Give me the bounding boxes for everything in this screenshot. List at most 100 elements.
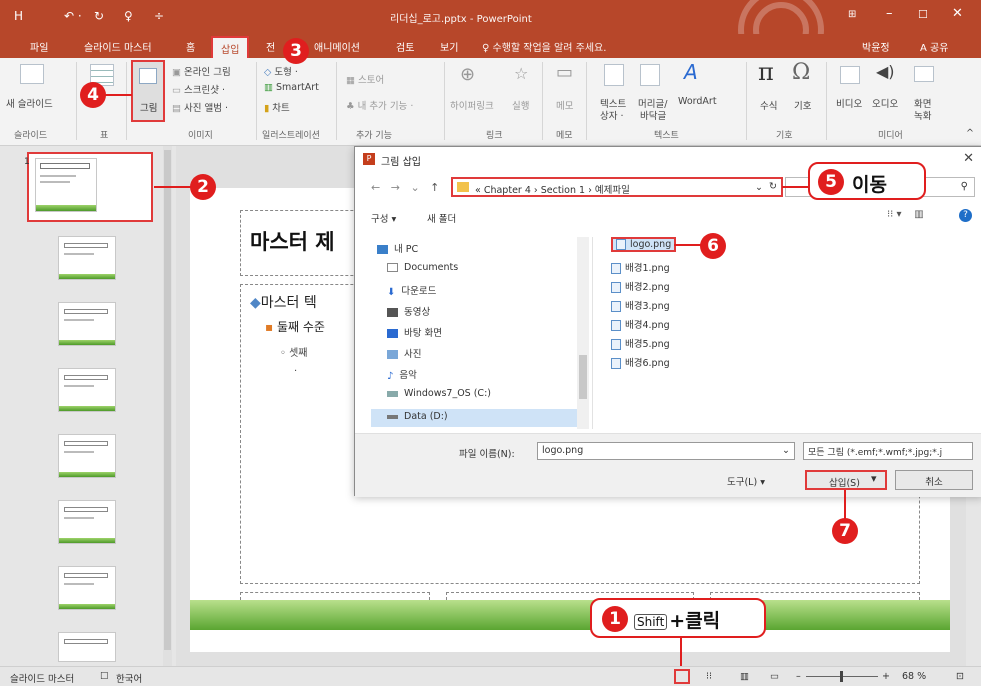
nav-item-this-pc[interactable]: 내 PC — [377, 241, 418, 255]
new-slide-button[interactable]: 새 슬라이드 — [6, 96, 53, 110]
up-arrow-icon[interactable]: ↑ — [430, 181, 439, 194]
layout-thumbnail[interactable] — [58, 236, 116, 280]
fit-to-window-icon[interactable]: ⊡ — [956, 671, 964, 682]
tab-review[interactable]: 검토 — [396, 39, 414, 54]
smartart-icon: ▥ — [264, 82, 273, 93]
documents-icon — [387, 263, 398, 272]
collapse-ribbon-icon[interactable]: ^ — [966, 128, 974, 139]
start-from-beginning-icon[interactable]: ♀ — [124, 9, 133, 23]
nav-item-downloads[interactable]: ⬇ 다운로드 — [387, 283, 436, 298]
tab-animations[interactable]: 애니메이션 — [314, 39, 360, 54]
smartart-button[interactable]: ▥ SmartArt — [264, 82, 319, 93]
nav-item-pictures[interactable]: 사진 — [387, 346, 421, 360]
wordart-button[interactable]: WordArt — [678, 96, 717, 107]
layout-thumbnail[interactable] — [58, 434, 116, 478]
address-dropdown-icon[interactable]: ⌄ — [755, 182, 763, 193]
slide-sorter-icon[interactable]: ⁝⁝ — [706, 671, 712, 682]
address-bar[interactable]: « Chapter 4 › Section 1 › 예제파일 ⌄ ↻ — [451, 177, 783, 197]
file-item-background3[interactable]: 배경3.png — [611, 298, 670, 312]
thumbnails-scrollbar[interactable] — [163, 146, 172, 666]
layout-thumbnail[interactable] — [58, 566, 116, 610]
video-button[interactable]: 비디오 — [836, 96, 862, 110]
nav-item-videos[interactable]: 동영상 — [387, 304, 430, 318]
minimize-icon[interactable]: – — [886, 6, 893, 21]
store-button[interactable]: ▦ 스토어 — [346, 72, 384, 86]
online-picture-button[interactable]: ▣ 온라인 그림 — [172, 64, 231, 78]
back-arrow-icon[interactable]: ← — [371, 181, 380, 194]
photo-album-button[interactable]: ▤ 사진 앨범 · — [172, 100, 228, 114]
dialog-close-icon[interactable]: ✕ — [963, 151, 974, 166]
image-file-icon — [611, 339, 621, 350]
tab-home[interactable]: 홈 — [186, 39, 195, 54]
screenshot-button[interactable]: ▭ 스크린샷 · — [172, 82, 225, 96]
redo-icon[interactable]: ↻ — [94, 9, 104, 23]
recent-dropdown-icon[interactable]: ⌄ — [410, 181, 419, 194]
normal-view-button[interactable] — [674, 669, 690, 684]
audio-button[interactable]: 오디오 — [872, 96, 898, 110]
reading-view-icon[interactable]: ▥ — [740, 671, 749, 682]
file-item-background6[interactable]: 배경6.png — [611, 355, 670, 369]
file-item-background4[interactable]: 배경4.png — [611, 317, 670, 331]
zoom-level[interactable]: 68 % — [902, 671, 926, 682]
tell-me-search[interactable]: ♀ 수행할 작업을 알려 주세요. — [482, 39, 606, 54]
refresh-icon[interactable]: ↻ — [769, 181, 777, 192]
my-addins-button[interactable]: ♣ 내 추가 기능 · — [346, 98, 413, 112]
chart-button[interactable]: ▮ 차트 — [264, 100, 290, 114]
tab-transitions[interactable]: 전 — [266, 39, 275, 54]
close-window-icon[interactable]: ✕ — [952, 6, 963, 21]
zoom-in-icon[interactable]: + — [882, 671, 890, 682]
maximize-icon[interactable]: ☐ — [918, 8, 928, 21]
language[interactable]: 한국어 — [116, 671, 142, 685]
picture-button[interactable]: 그림 — [131, 60, 165, 122]
navigation-scrollbar[interactable] — [577, 237, 589, 429]
file-item-logo[interactable]: logo.png — [611, 237, 677, 252]
tab-slide-master[interactable]: 슬라이드 마스터 — [84, 39, 152, 54]
file-item-background2[interactable]: 배경2.png — [611, 279, 670, 293]
slideshow-icon[interactable]: ▭ — [770, 671, 779, 682]
comment-button[interactable]: 메모 — [556, 98, 573, 112]
file-item-background5[interactable]: 배경5.png — [611, 336, 670, 350]
square-bullet-icon: ▪ — [265, 320, 274, 334]
undo-icon[interactable]: ↶ · — [64, 9, 82, 23]
layout-thumbnail[interactable] — [58, 302, 116, 346]
cancel-button[interactable]: 취소 — [895, 470, 973, 490]
nav-item-drive-c[interactable]: Windows7_OS (C:) — [387, 388, 491, 399]
tab-file[interactable]: 파일 — [30, 39, 48, 54]
layout-thumbnail[interactable] — [58, 368, 116, 412]
filename-input[interactable]: logo.png ⌄ — [537, 442, 795, 460]
nav-item-documents[interactable]: Documents — [387, 262, 458, 273]
new-folder-button[interactable]: 새 폴더 — [427, 211, 456, 225]
equation-button[interactable]: 수식 — [760, 98, 777, 112]
symbol-button[interactable]: 기호 — [794, 98, 811, 112]
zoom-slider-thumb[interactable] — [840, 671, 843, 682]
customize-quick-access-icon[interactable]: ÷ — [154, 9, 164, 23]
forward-arrow-icon[interactable]: → — [391, 181, 400, 194]
user-name[interactable]: 박윤정 — [862, 39, 890, 54]
share-button[interactable]: A 공유 — [920, 39, 948, 54]
spell-check-icon[interactable]: ☐ — [100, 671, 109, 682]
save-icon[interactable]: H — [14, 9, 23, 23]
shapes-button[interactable]: ◇ 도형 · — [264, 64, 298, 78]
hyperlink-button[interactable]: 하이퍼링크 — [450, 98, 494, 112]
zoom-out-icon[interactable]: – — [796, 671, 801, 682]
action-button[interactable]: 실행 — [512, 98, 529, 112]
tab-view[interactable]: 보기 — [440, 39, 458, 54]
organize-button[interactable]: 구성 ▾ — [371, 211, 396, 225]
file-item-background1[interactable]: 배경1.png — [611, 260, 670, 274]
layout-thumbnail[interactable] — [58, 500, 116, 544]
help-icon[interactable]: ? — [959, 209, 972, 222]
header-footer-icon — [640, 64, 660, 86]
nav-item-music[interactable]: ♪ 음악 — [387, 367, 417, 382]
ribbon-display-options-icon[interactable]: ⊞ — [848, 9, 856, 20]
nav-item-drive-d[interactable]: Data (D:) — [387, 411, 448, 422]
file-type-select[interactable]: 모든 그림 (*.emf;*.wmf;*.jpg;*.j — [803, 442, 973, 460]
preview-pane-icon[interactable]: ▥ — [914, 209, 923, 220]
nav-item-desktop[interactable]: 바탕 화면 — [387, 325, 442, 339]
layout-thumbnail[interactable] — [58, 632, 116, 662]
new-slide-icon[interactable] — [20, 64, 44, 84]
insert-dropdown-icon[interactable]: ▾ — [871, 472, 877, 485]
filename-dropdown-icon[interactable]: ⌄ — [782, 445, 790, 456]
tools-dropdown[interactable]: 도구(L) ▾ — [727, 474, 765, 488]
ribbon: 새 슬라이드 슬라이드 표 그림 ▣ 온라인 그림 ▭ 스크린샷 · ▤ 사진 … — [0, 58, 981, 146]
view-options-icons[interactable]: ⁝⁝ ▾ ▥ — [887, 209, 924, 220]
